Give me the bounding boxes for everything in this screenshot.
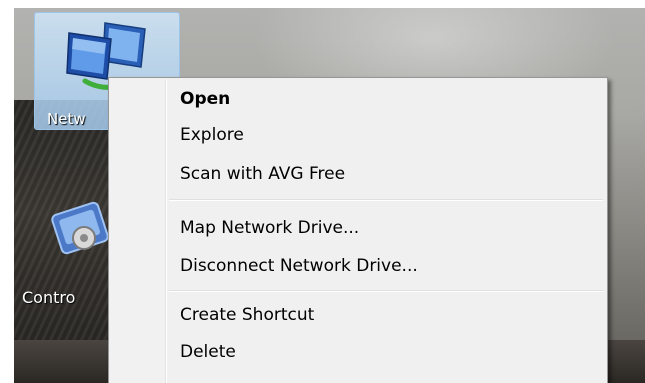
- control-panel-icon-label: Contro: [22, 288, 76, 307]
- control-panel-desktop-icon[interactable]: [40, 194, 110, 278]
- menu-item-disconnect-network-drive[interactable]: Disconnect Network Drive...: [111, 251, 605, 281]
- menu-item-scan-with-avg[interactable]: Scan with AVG Free: [111, 159, 605, 189]
- menu-item-delete[interactable]: Delete: [111, 337, 605, 367]
- menu-item-create-shortcut[interactable]: Create Shortcut: [111, 300, 605, 330]
- menu-separator: [169, 290, 603, 292]
- context-menu: Open Explore Scan with AVG Free Map Netw…: [108, 77, 608, 383]
- menu-separator: [169, 199, 603, 201]
- control-panel-icon: [51, 201, 109, 255]
- screen: Netw Contro Open Explore Scan with AVG F…: [0, 0, 645, 383]
- network-icon-label: Netw: [47, 110, 86, 128]
- menu-item-map-network-drive[interactable]: Map Network Drive...: [111, 213, 605, 243]
- menu-item-explore[interactable]: Explore: [111, 120, 605, 150]
- menu-item-open[interactable]: Open: [111, 84, 605, 114]
